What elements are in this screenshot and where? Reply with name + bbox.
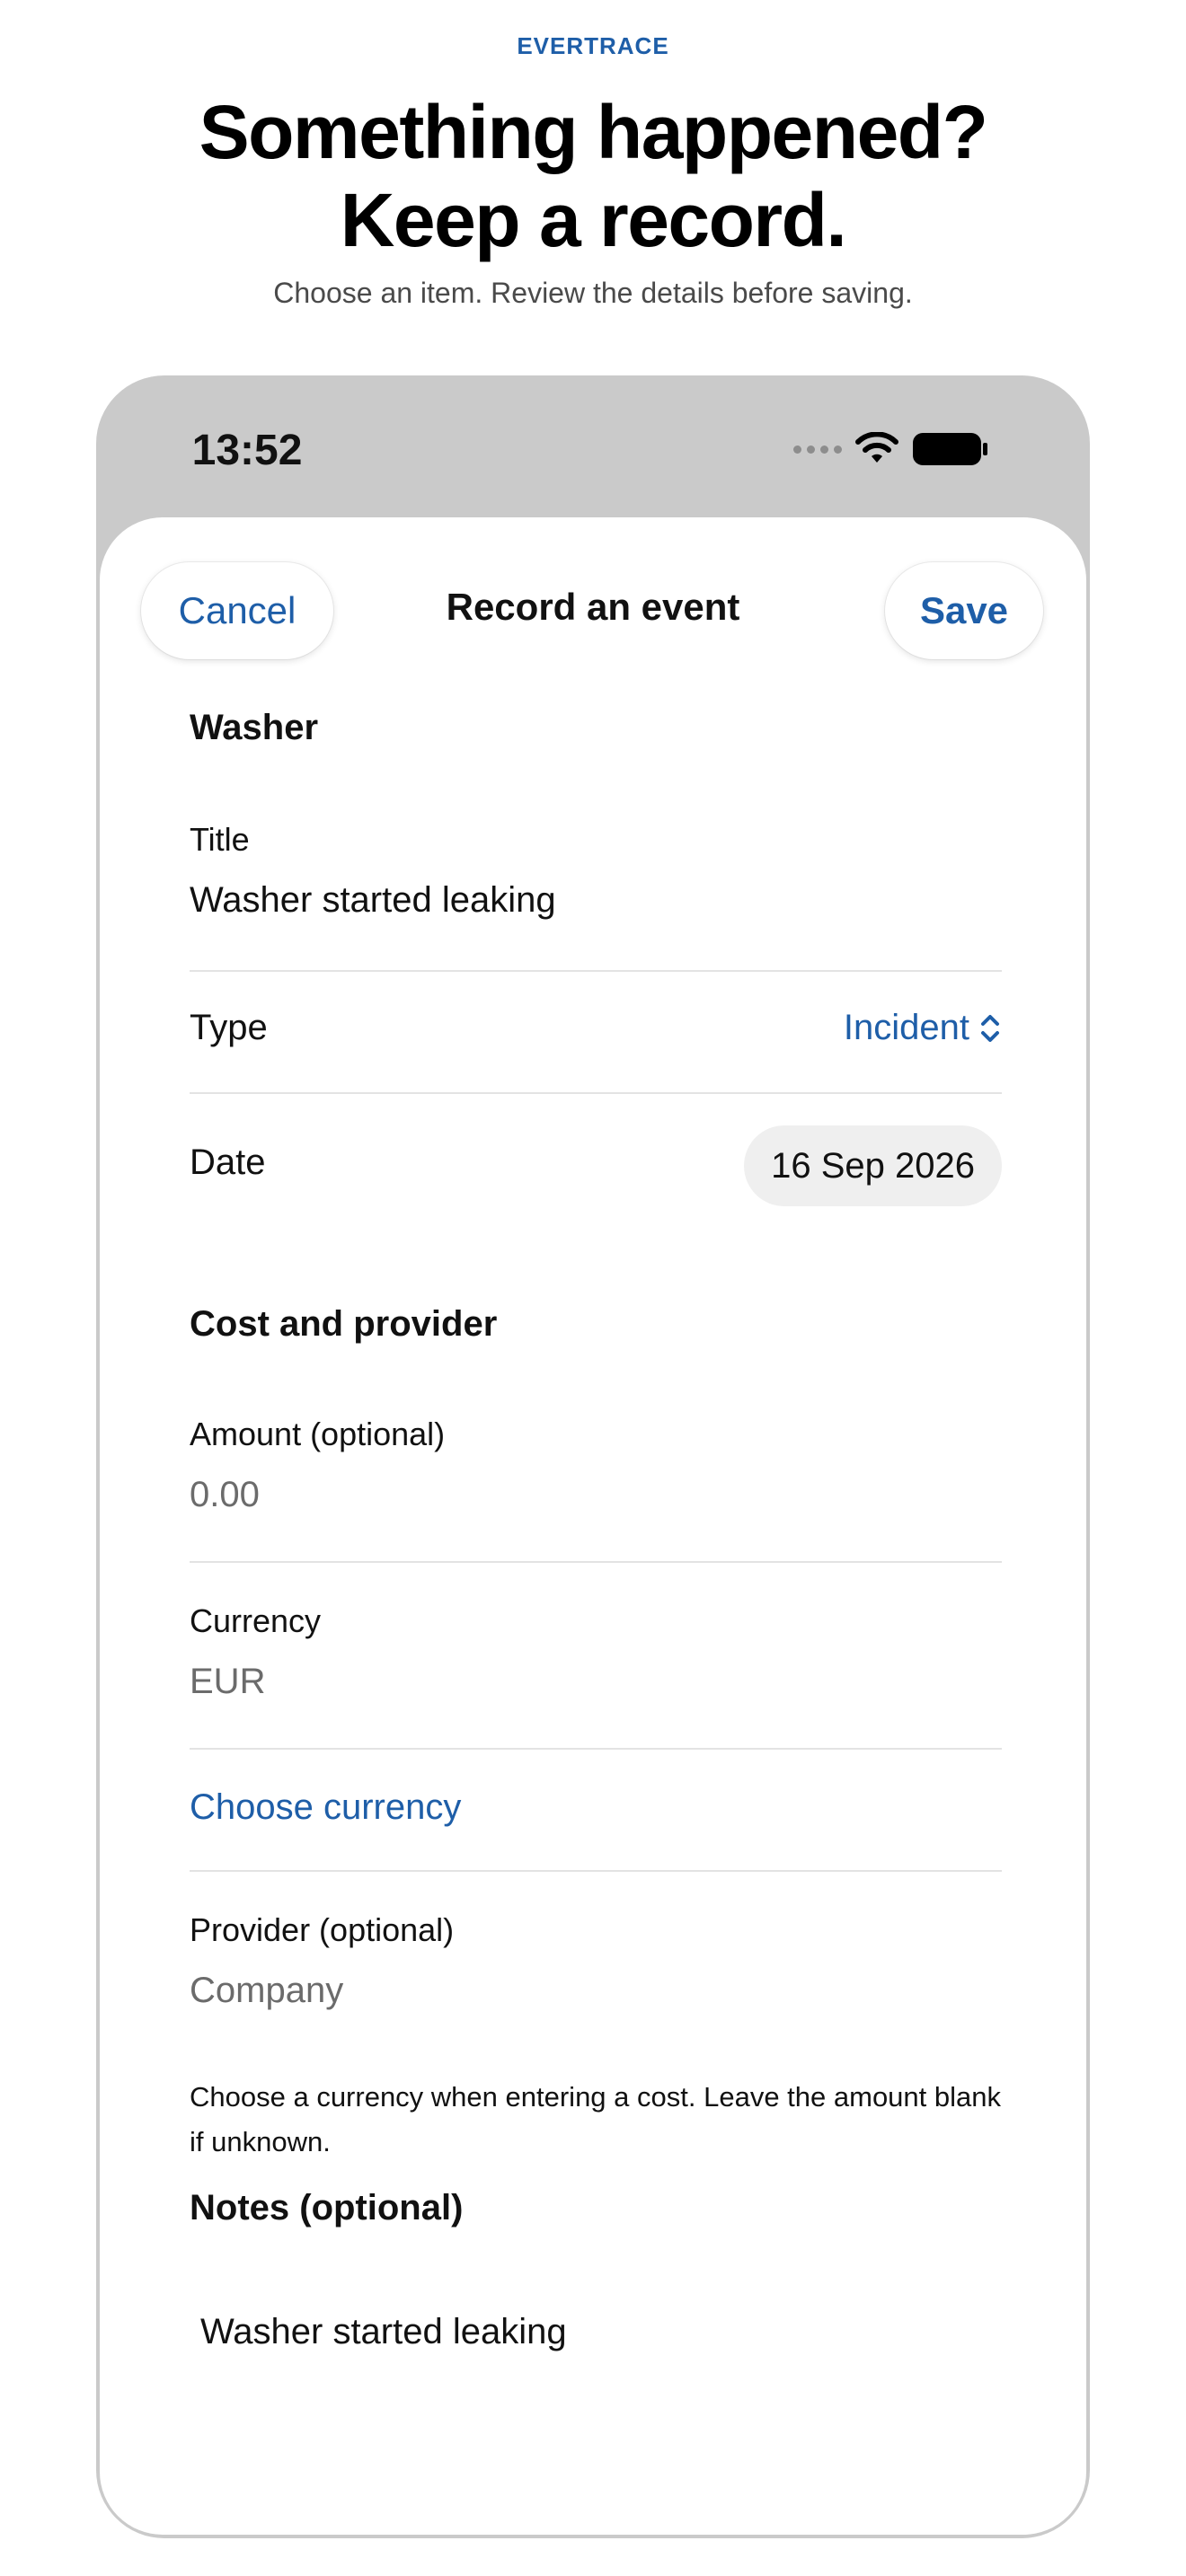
notes-section-header: Notes (optional) bbox=[190, 2188, 464, 2228]
date-picker-button[interactable]: 16 Sep 2026 bbox=[744, 1125, 1002, 1206]
cost-section-header: Cost and provider bbox=[190, 1304, 498, 1344]
date-label: Date bbox=[190, 1142, 266, 1182]
divider bbox=[190, 970, 1002, 972]
divider bbox=[190, 1748, 1002, 1750]
save-button[interactable]: Save bbox=[885, 562, 1043, 659]
divider bbox=[190, 1092, 1002, 1094]
page-subtitle: Choose an item. Review the details befor… bbox=[273, 277, 913, 309]
type-label: Type bbox=[190, 1008, 268, 1047]
title-label: Title bbox=[190, 821, 250, 858]
status-icons bbox=[793, 431, 989, 467]
wifi-icon bbox=[855, 432, 898, 463]
type-picker[interactable]: Incident bbox=[844, 1008, 1002, 1048]
provider-input[interactable]: Company bbox=[190, 1971, 1002, 2011]
headline-line-1: Something happened? bbox=[199, 90, 988, 174]
chevron-up-down-icon bbox=[981, 1014, 999, 1042]
divider bbox=[190, 1870, 1002, 1872]
currency-value: EUR bbox=[190, 1662, 266, 1701]
headline-line-2: Keep a record. bbox=[340, 178, 847, 262]
choose-currency-link[interactable]: Choose currency bbox=[190, 1787, 461, 1828]
notes-textarea[interactable]: Washer started leaking bbox=[200, 2312, 1002, 2352]
divider bbox=[190, 1561, 1002, 1563]
signal-dots-icon bbox=[793, 445, 842, 454]
provider-label: Provider (optional) bbox=[190, 1911, 455, 1948]
phone-mockup: 13:52 Cancel Record an event Save Washer… bbox=[96, 375, 1090, 2538]
record-event-sheet: Cancel Record an event Save Washer Title… bbox=[100, 517, 1086, 2535]
item-name-header: Washer bbox=[190, 708, 319, 747]
amount-input[interactable]: 0.00 bbox=[190, 1475, 1002, 1515]
title-field[interactable]: Washer started leaking bbox=[190, 880, 1002, 921]
amount-label: Amount (optional) bbox=[190, 1416, 446, 1452]
currency-label: Currency bbox=[190, 1602, 322, 1639]
brand-name: EVERTRACE bbox=[517, 32, 669, 59]
cost-footnote: Choose a currency when entering a cost. … bbox=[190, 2081, 1001, 2157]
status-time: 13:52 bbox=[191, 427, 303, 474]
page-headline: Something happened? Keep a record. bbox=[0, 88, 1186, 264]
battery-icon bbox=[913, 433, 987, 465]
type-value: Incident bbox=[843, 1008, 969, 1047]
